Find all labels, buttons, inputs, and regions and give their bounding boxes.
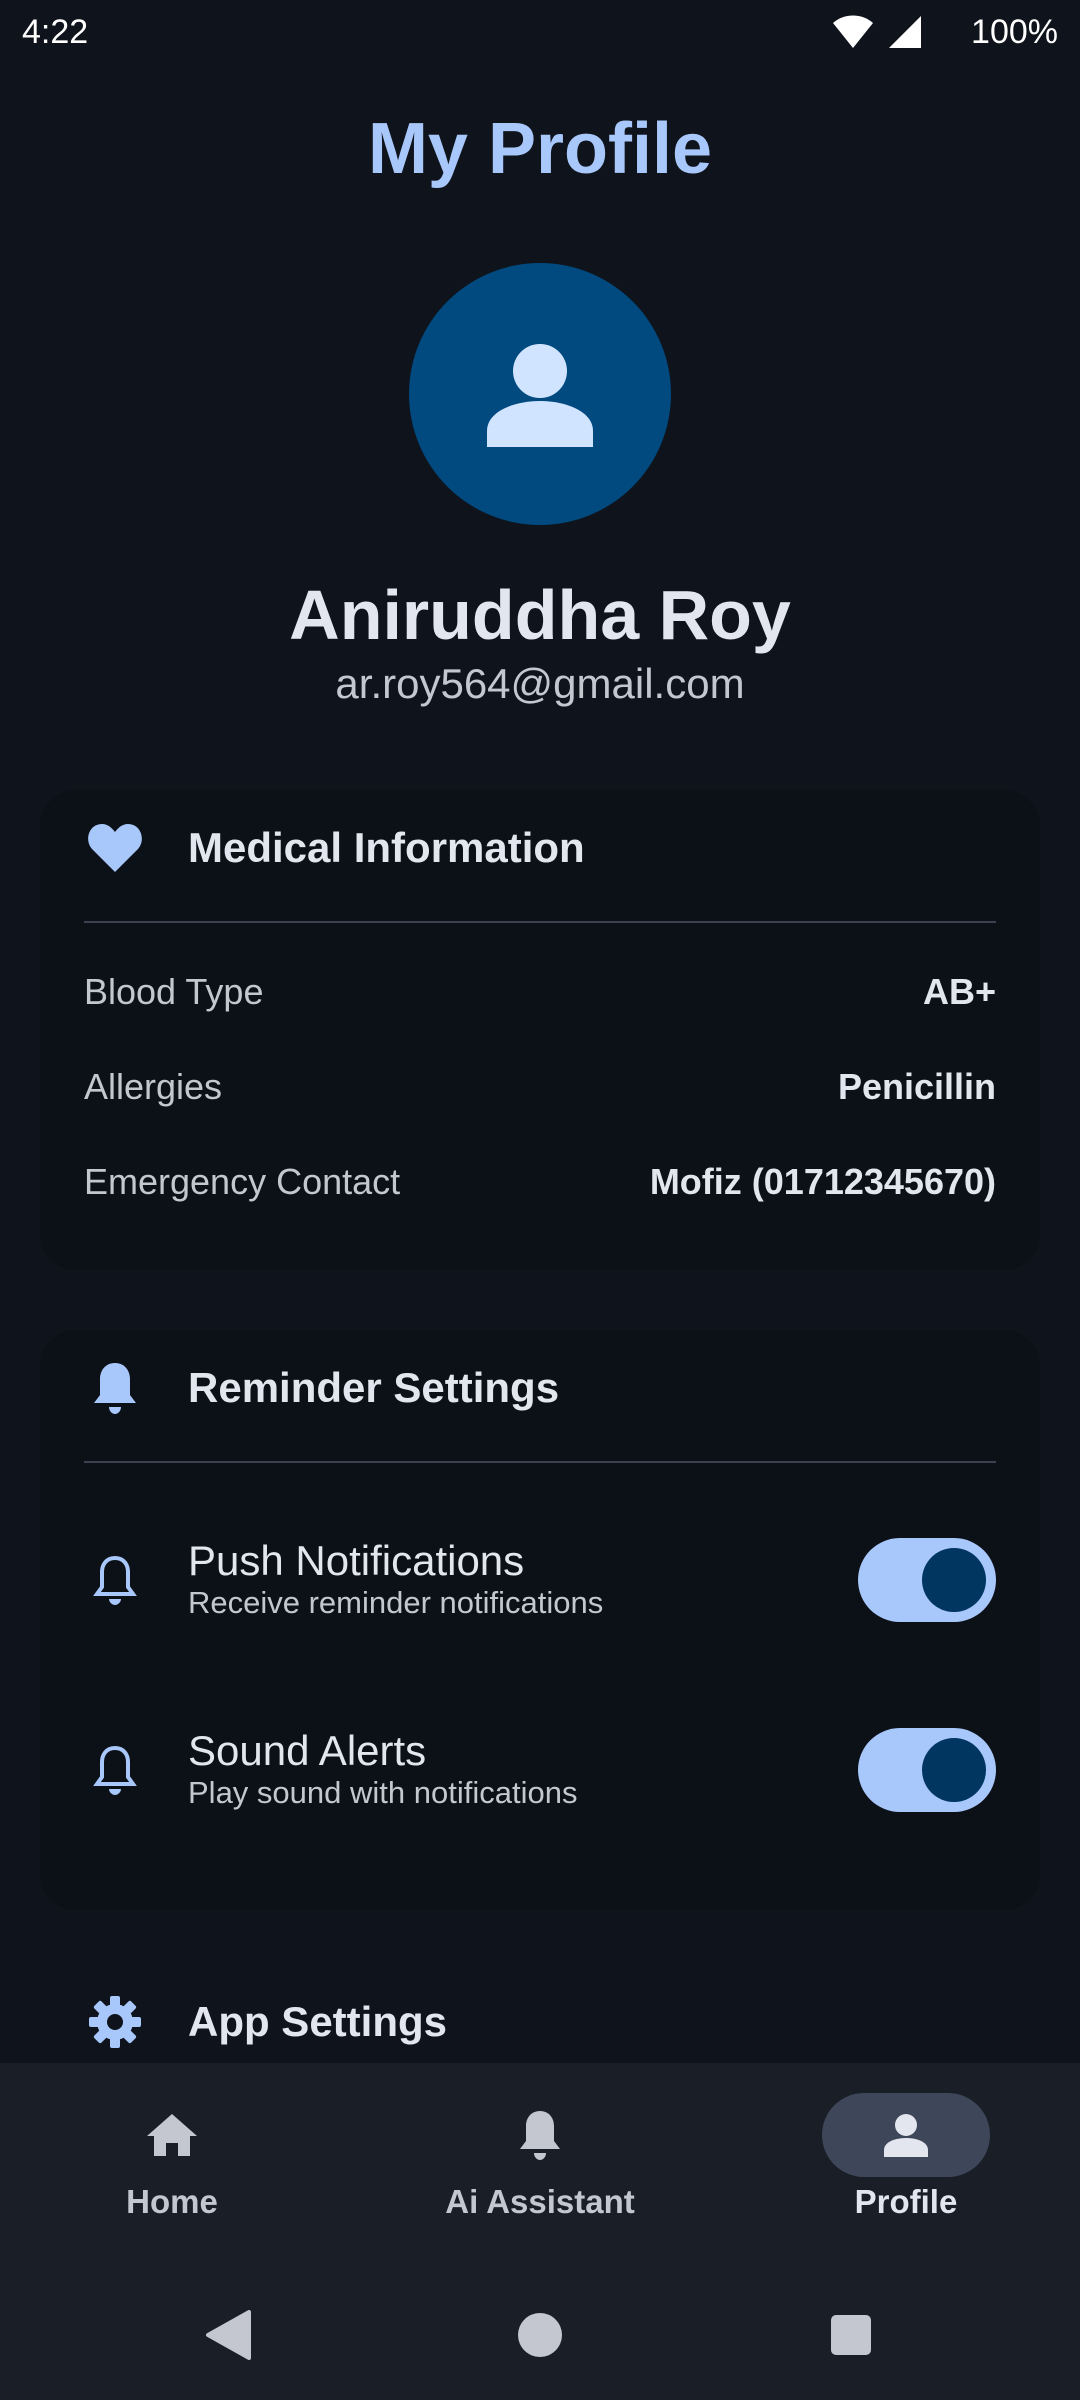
- reminder-settings-title: Reminder Settings: [188, 1364, 560, 1411]
- bell-icon: [520, 2111, 560, 2160]
- info-value: Mofiz (01712345670): [649, 1161, 996, 1202]
- medical-info-title: Medical Information: [188, 824, 585, 871]
- info-row-blood-type: Blood Type AB+: [84, 962, 996, 1022]
- recents-square-icon: [831, 2315, 871, 2355]
- page-title: My Profile: [367, 109, 713, 189]
- info-value: AB+: [922, 971, 996, 1012]
- nav-label-home: Home: [126, 2183, 218, 2220]
- status-bar: 4:22 100%: [0, 0, 1080, 64]
- system-navigation-bar: [0, 2280, 1080, 2390]
- wifi-icon: [833, 15, 874, 48]
- status-icons: 100%: [833, 13, 1058, 52]
- back-triangle-icon: [206, 2310, 251, 2360]
- nav-label-ai-assistant: Ai Assistant: [445, 2183, 635, 2220]
- bell-outline-icon: [84, 1554, 146, 1606]
- toggle-knob: [922, 1548, 986, 1612]
- info-label: Allergies: [84, 1066, 223, 1107]
- info-row-emergency-contact: Emergency Contact Mofiz (01712345670): [84, 1152, 996, 1212]
- app-settings-title: App Settings: [188, 1998, 447, 2045]
- home-icon: [147, 2114, 197, 2156]
- nav-item-profile[interactable]: Profile: [756, 2093, 1056, 2233]
- info-label: Blood Type: [84, 971, 264, 1012]
- profile-name: Aniruddha Roy: [289, 576, 791, 654]
- push-notifications-title: Push Notifications: [188, 1537, 525, 1584]
- bell-icon: [84, 1357, 146, 1419]
- person-icon: [884, 2114, 928, 2157]
- home-circle-icon: [518, 2313, 562, 2357]
- avatar[interactable]: [409, 263, 671, 525]
- profile-email: ar.roy564@gmail.com: [335, 660, 745, 707]
- sound-alerts-toggle[interactable]: [858, 1728, 996, 1812]
- status-time: 4:22: [22, 12, 89, 51]
- nav-pill: [456, 2093, 624, 2177]
- nav-label-profile: Profile: [854, 2183, 958, 2220]
- push-notifications-subtitle: Receive reminder notifications: [188, 1585, 604, 1620]
- push-notifications-toggle[interactable]: [858, 1538, 996, 1622]
- sound-alerts-title: Sound Alerts: [188, 1727, 427, 1774]
- sound-alerts-subtitle: Play sound with notifications: [188, 1775, 578, 1810]
- person-icon: [487, 344, 593, 447]
- bell-outline-icon: [84, 1744, 146, 1796]
- reminder-settings-header: Reminder Settings: [84, 1348, 996, 1428]
- info-label: Emergency Contact: [84, 1161, 401, 1202]
- nav-item-home[interactable]: Home: [22, 2093, 322, 2233]
- push-notifications-row: Push Notifications Receive reminder noti…: [84, 1530, 996, 1630]
- sound-alerts-row: Sound Alerts Play sound with notificatio…: [84, 1720, 996, 1820]
- app-settings-header[interactable]: App Settings: [84, 1982, 996, 2062]
- toggle-knob: [922, 1738, 986, 1802]
- medical-info-header: Medical Information: [84, 808, 996, 888]
- divider: [84, 921, 996, 923]
- nav-pill-active: [822, 2093, 990, 2177]
- push-notifications-texts: Push Notifications Receive reminder noti…: [188, 1538, 858, 1622]
- nav-pill: [88, 2093, 256, 2177]
- gear-icon: [84, 1991, 146, 2053]
- divider: [84, 1461, 996, 1463]
- recents-button[interactable]: [796, 2280, 906, 2390]
- info-row-allergies: Allergies Penicillin: [84, 1057, 996, 1117]
- back-button[interactable]: [173, 2280, 283, 2390]
- battery-percentage: 100%: [971, 12, 1058, 51]
- sound-alerts-texts: Sound Alerts Play sound with notificatio…: [188, 1728, 858, 1812]
- home-button[interactable]: [485, 2280, 595, 2390]
- cellular-signal-icon: [889, 16, 922, 48]
- heart-icon: [84, 817, 146, 879]
- nav-item-ai-assistant[interactable]: Ai Assistant: [390, 2093, 690, 2233]
- info-value: Penicillin: [837, 1066, 996, 1107]
